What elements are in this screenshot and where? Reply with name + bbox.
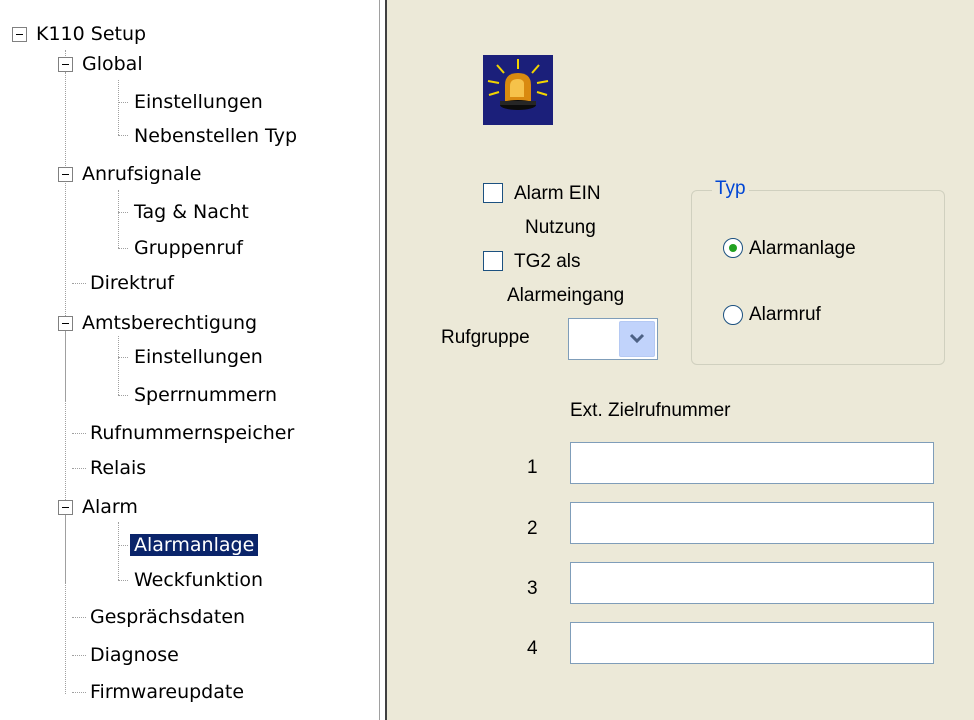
- settings-tree: K110 Setup Global Einstellungen Nebenste…: [0, 0, 372, 720]
- tree-item-label: Einstellungen: [134, 346, 263, 368]
- tree-item-tag-nacht[interactable]: Tag & Nacht: [130, 197, 253, 227]
- zielrufnummer-input-4[interactable]: [570, 622, 934, 664]
- collapse-amtsberechtigung-icon[interactable]: [58, 316, 73, 331]
- zielrufnummer-input-3[interactable]: [570, 562, 934, 604]
- tree-item-label: Anrufsignale: [82, 163, 202, 185]
- typ-groupbox: [691, 190, 945, 365]
- row-number-4: 4: [527, 638, 538, 659]
- collapse-global-icon[interactable]: [58, 57, 73, 72]
- tree-item-amtsberechtigung[interactable]: Amtsberechtigung: [78, 308, 261, 338]
- tree-item-alarmanlage[interactable]: Alarmanlage: [130, 530, 259, 560]
- tree-item-label: Nebenstellen Typ: [134, 125, 298, 147]
- chevron-down-icon: [629, 333, 645, 344]
- radio-alarmruf-label: Alarmruf: [749, 304, 821, 325]
- rufgruppe-label: Rufgruppe: [441, 327, 530, 348]
- alarm-ein-label: Alarm EIN: [514, 183, 601, 204]
- tree-item-firmwareupdate[interactable]: Firmwareupdate: [86, 677, 248, 707]
- tree-item-label: K110 Setup: [36, 23, 147, 45]
- tree-item-label: Sperrnummern: [134, 384, 278, 406]
- radio-alarmanlage[interactable]: [723, 238, 743, 258]
- tree-item-anrufsignale[interactable]: Anrufsignale: [78, 159, 205, 189]
- tree-line: [65, 50, 66, 694]
- radio-selected-dot: [729, 244, 737, 252]
- splitter[interactable]: [372, 0, 387, 720]
- collapse-alarm-icon[interactable]: [58, 500, 73, 515]
- collapse-root-icon[interactable]: [12, 27, 27, 42]
- typ-group-title: Typ: [712, 177, 749, 201]
- tree-item-label: Tag & Nacht: [134, 201, 249, 223]
- tree-item-weckfunktion[interactable]: Weckfunktion: [130, 565, 267, 595]
- tree-item-label: Direktruf: [90, 272, 174, 294]
- zielrufnummer-header: Ext. Zielrufnummer: [570, 400, 731, 421]
- alarm-settings-panel: Alarm EIN Nutzung TG2 als Alarmeingang R…: [387, 0, 974, 720]
- tree-item-amts-einstellungen[interactable]: Einstellungen: [130, 342, 267, 372]
- row-number-2: 2: [527, 518, 538, 539]
- tree-item-global[interactable]: Global: [78, 49, 147, 79]
- tree-item-alarm[interactable]: Alarm: [78, 492, 142, 522]
- tree-item-rufnummernspeicher[interactable]: Rufnummernspeicher: [86, 418, 298, 448]
- tree-item-label: Amtsberechtigung: [82, 312, 258, 334]
- tree-item-sperrnummern[interactable]: Sperrnummern: [130, 380, 281, 410]
- tree-item-label: Alarmanlage: [130, 534, 259, 556]
- tree-item-label: Gruppenruf: [134, 237, 243, 259]
- radio-alarmanlage-label: Alarmanlage: [749, 238, 856, 259]
- tree-item-label: Diagnose: [90, 644, 179, 666]
- nutzung-label-line2: TG2 als: [514, 251, 581, 272]
- row-number-1: 1: [527, 457, 538, 478]
- tree-item-label: Weckfunktion: [134, 569, 263, 591]
- tree-item-label: Global: [82, 53, 143, 75]
- alarm-ein-checkbox[interactable]: [483, 183, 503, 203]
- alarm-beacon-icon: [483, 55, 553, 125]
- tree-item-label: Firmwareupdate: [90, 681, 245, 703]
- tree-item-gespraechsdaten[interactable]: Gesprächsdaten: [86, 602, 249, 632]
- nutzung-label-line1: Nutzung: [525, 217, 596, 238]
- nutzung-label-line3: Alarmeingang: [507, 285, 625, 306]
- collapse-anrufsignale-icon[interactable]: [58, 167, 73, 182]
- tree-item-label: Rufnummernspeicher: [90, 422, 295, 444]
- tree-item-k110-setup[interactable]: K110 Setup: [32, 19, 150, 49]
- tree-item-label: Gesprächsdaten: [90, 606, 246, 628]
- tree-item-relais[interactable]: Relais: [86, 453, 150, 483]
- zielrufnummer-input-1[interactable]: [570, 442, 934, 484]
- tree-item-label: Einstellungen: [134, 91, 263, 113]
- row-number-3: 3: [527, 578, 538, 599]
- radio-alarmruf[interactable]: [723, 305, 743, 325]
- tree-item-label: Alarm: [82, 496, 138, 518]
- tree-item-label: Relais: [90, 457, 147, 479]
- tree-item-diagnose[interactable]: Diagnose: [86, 640, 183, 670]
- tree-item-global-einstellungen[interactable]: Einstellungen: [130, 87, 267, 117]
- tree-item-direktruf[interactable]: Direktruf: [86, 268, 178, 298]
- nutzung-tg2-checkbox[interactable]: [483, 251, 503, 271]
- rufgruppe-select[interactable]: [568, 318, 658, 360]
- tree-item-gruppenruf[interactable]: Gruppenruf: [130, 233, 247, 263]
- zielrufnummer-input-2[interactable]: [570, 502, 934, 544]
- dropdown-button[interactable]: [619, 321, 655, 357]
- tree-item-nebenstellen-typ[interactable]: Nebenstellen Typ: [130, 121, 301, 151]
